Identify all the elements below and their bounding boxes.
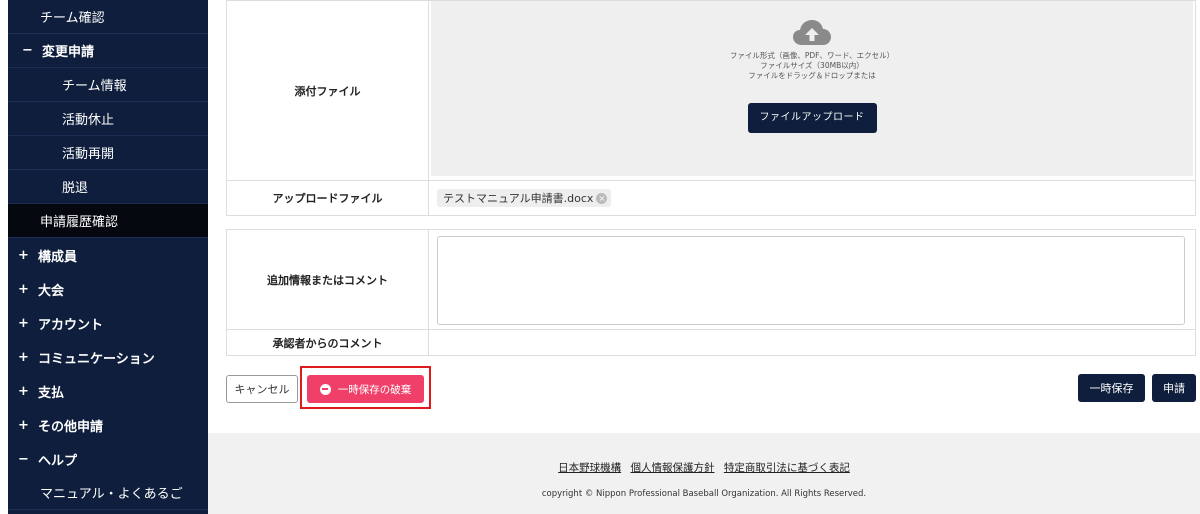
temp-save-button-label: 一時保存	[1089, 382, 1134, 395]
sidebar-item-payment[interactable]: + 支払	[8, 374, 208, 408]
sidebar-item-account[interactable]: + アカウント	[8, 306, 208, 340]
submit-button[interactable]: 申請	[1152, 374, 1196, 402]
comment-label: 追加情報またはコメント	[227, 230, 429, 329]
sidebar-item-change-request[interactable]: − 変更申請	[8, 34, 208, 68]
sidebar-item-communication[interactable]: + コミュニケーション	[8, 340, 208, 374]
remove-file-icon[interactable]: ×	[596, 192, 608, 204]
attachment-label: 添付ファイル	[227, 1, 429, 180]
dropzone-format-text: ファイル形式（画像、PDF、ワード、エクセル）	[729, 51, 895, 60]
sidebar-item-label: マニュアル・よくあるご	[40, 487, 183, 502]
copyright-text: copyright © Nippon Professional Baseball…	[541, 489, 867, 499]
sidebar-item-label: 脱退	[62, 181, 89, 196]
expand-icon: +	[18, 281, 29, 297]
sidebar-item-history[interactable]: 申請履歴確認	[8, 204, 208, 238]
uploaded-file-value: テストマニュアル申請書.docx ×	[429, 181, 1195, 215]
sidebar-item-label: アカウント	[38, 317, 104, 333]
sidebar-item-label: コミュニケーション	[38, 351, 155, 367]
dropzone-drag-text: ファイルをドラッグ＆ドロップまたは	[748, 71, 876, 80]
sidebar-item-label: 大会	[38, 283, 65, 299]
file-upload-button[interactable]: ファイルアップロード	[747, 103, 877, 133]
attachment-value: ファイル形式（画像、PDF、ワード、エクセル） ファイルサイズ（30MB以内） …	[429, 1, 1195, 180]
uploaded-file-label: アップロードファイル	[227, 181, 429, 215]
comment-value	[429, 230, 1195, 329]
approver-comment-value	[429, 330, 1195, 355]
cancel-button-label: キャンセル	[234, 383, 290, 396]
comment-row: 追加情報またはコメント	[227, 230, 1195, 330]
footer-link-npb[interactable]: 日本野球機構	[558, 462, 621, 474]
sidebar: チーム確認 − 変更申請 チーム情報 活動休止 活動再開 脱退 申請履歴確認 +…	[8, 0, 208, 514]
sidebar-item-help[interactable]: − ヘルプ	[8, 442, 208, 476]
comment-textarea[interactable]	[437, 236, 1185, 325]
sidebar-item-team-info[interactable]: チーム情報	[8, 68, 208, 102]
file-dropzone[interactable]: ファイル形式（画像、PDF、ワード、エクセル） ファイルサイズ（30MB以内） …	[431, 1, 1193, 176]
sidebar-item-label: その他申請	[38, 419, 104, 435]
expand-icon: +	[18, 247, 29, 263]
sidebar-item-label: 申請履歴確認	[40, 215, 119, 230]
sidebar-item-manual-faq[interactable]: マニュアル・よくあるご	[8, 476, 208, 510]
uploaded-file-chip: テストマニュアル申請書.docx ×	[437, 189, 612, 207]
dropzone-size-text: ファイルサイズ（30MB以内）	[760, 61, 864, 70]
sidebar-item-label: 構成員	[38, 249, 78, 265]
expand-icon: +	[18, 349, 29, 365]
submit-button-label: 申請	[1163, 382, 1185, 395]
uploaded-file-row: アップロードファイル テストマニュアル申請書.docx ×	[227, 181, 1195, 215]
cancel-button[interactable]: キャンセル	[226, 375, 298, 403]
attachment-row: 添付ファイル ファイル形式（画像、PDF、ワード、エクセル） ファイルサイズ（3…	[227, 1, 1195, 181]
sidebar-item-label: 変更申請	[42, 45, 95, 60]
file-upload-button-label: ファイルアップロード	[759, 112, 865, 123]
sidebar-item-members[interactable]: + 構成員	[8, 238, 208, 272]
sidebar-item-tournament[interactable]: + 大会	[8, 272, 208, 306]
sidebar-item-label: 活動再開	[62, 147, 115, 162]
collapse-icon: −	[18, 451, 29, 467]
sidebar-item-label: ヘルプ	[38, 453, 78, 469]
expand-icon: +	[18, 383, 29, 399]
sidebar-item-label: チーム確認	[40, 11, 105, 26]
temp-save-button[interactable]: 一時保存	[1078, 374, 1145, 402]
sidebar-item-suspend[interactable]: 活動休止	[8, 102, 208, 136]
approver-comment-row: 承認者からのコメント	[227, 330, 1195, 355]
sidebar-item-label: チーム情報	[62, 79, 127, 94]
approver-comment-label: 承認者からのコメント	[227, 330, 429, 355]
sidebar-item-resume[interactable]: 活動再開	[8, 136, 208, 170]
expand-icon: +	[18, 315, 29, 331]
cloud-upload-icon	[793, 20, 831, 45]
discard-draft-button[interactable]: 一時保存の破棄	[307, 375, 424, 403]
footer-link-commerce[interactable]: 特定商取引法に基づく表記	[724, 462, 850, 474]
footer-link-privacy[interactable]: 個人情報保護方針	[631, 462, 715, 474]
sidebar-item-label: 支払	[38, 385, 65, 401]
sidebar-item-team-check[interactable]: チーム確認	[8, 0, 208, 34]
main-content: 添付ファイル ファイル形式（画像、PDF、ワード、エクセル） ファイルサイズ（3…	[208, 0, 1200, 514]
sidebar-item-label: 活動休止	[62, 113, 115, 128]
attachment-table: 添付ファイル ファイル形式（画像、PDF、ワード、エクセル） ファイルサイズ（3…	[226, 0, 1196, 216]
uploaded-file-name: テストマニュアル申請書.docx	[443, 192, 594, 205]
comments-table: 追加情報またはコメント 承認者からのコメント	[226, 229, 1196, 356]
collapse-icon: −	[22, 43, 33, 58]
sidebar-item-other-requests[interactable]: + その他申請	[8, 408, 208, 442]
minus-circle-icon	[319, 383, 331, 395]
expand-icon: +	[18, 417, 29, 433]
sidebar-item-withdraw[interactable]: 脱退	[8, 170, 208, 204]
discard-draft-button-label: 一時保存の破棄	[337, 383, 412, 396]
footer-links: 日本野球機構 個人情報保護方針 特定商取引法に基づく表記	[208, 460, 1200, 475]
